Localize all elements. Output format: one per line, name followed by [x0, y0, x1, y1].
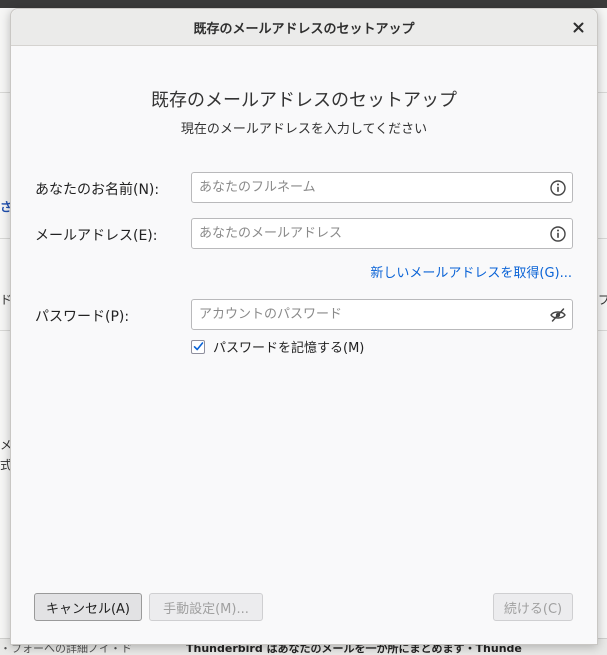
email-field[interactable]: [191, 218, 573, 249]
remember-password-label: パスワードを記憶する(M): [213, 341, 365, 356]
checkmark-icon: [193, 342, 203, 351]
info-icon[interactable]: [549, 225, 567, 243]
dialog-title: 既存のメールアドレスのセットアップ: [193, 22, 415, 37]
account-setup-dialog: 既存のメールアドレスのセットアップ 既存のメールアドレスのセットアップ 現在のメ…: [10, 8, 598, 645]
cancel-button[interactable]: キャンセル(A): [34, 593, 142, 621]
close-button[interactable]: [567, 16, 589, 38]
manual-config-button[interactable]: 手動設定(M)...: [149, 593, 263, 621]
background-text-fragment: プ: [598, 293, 607, 307]
dialog-content: 既存のメールアドレスのセットアップ 現在のメールアドレスを入力してください あな…: [11, 46, 597, 644]
close-icon: [573, 22, 583, 32]
password-label: パスワード(P):: [35, 309, 130, 325]
remember-password-checkbox[interactable]: [191, 339, 205, 354]
password-input[interactable]: [192, 300, 539, 329]
continue-button[interactable]: 続ける(C): [493, 593, 573, 621]
background-top-strip: [0, 0, 607, 8]
name-input[interactable]: [192, 173, 539, 202]
name-label: あなたのお名前(N):: [35, 182, 160, 198]
eye-slash-icon[interactable]: [549, 306, 567, 324]
info-icon[interactable]: [549, 179, 567, 197]
email-label: メールアドレス(E):: [35, 228, 158, 244]
name-field[interactable]: [191, 172, 573, 203]
dialog-titlebar: 既存のメールアドレスのセットアップ: [11, 9, 597, 46]
password-field[interactable]: [191, 299, 573, 330]
page-subheading: 現在のメールアドレスを入力してください: [180, 122, 428, 137]
remember-password-row[interactable]: パスワードを記憶する(M): [191, 337, 364, 356]
get-new-address-link[interactable]: 新しいメールアドレスを取得(G)...: [370, 262, 572, 281]
email-input[interactable]: [192, 219, 539, 248]
page-heading: 既存のメールアドレスのセットアップ: [151, 90, 457, 111]
